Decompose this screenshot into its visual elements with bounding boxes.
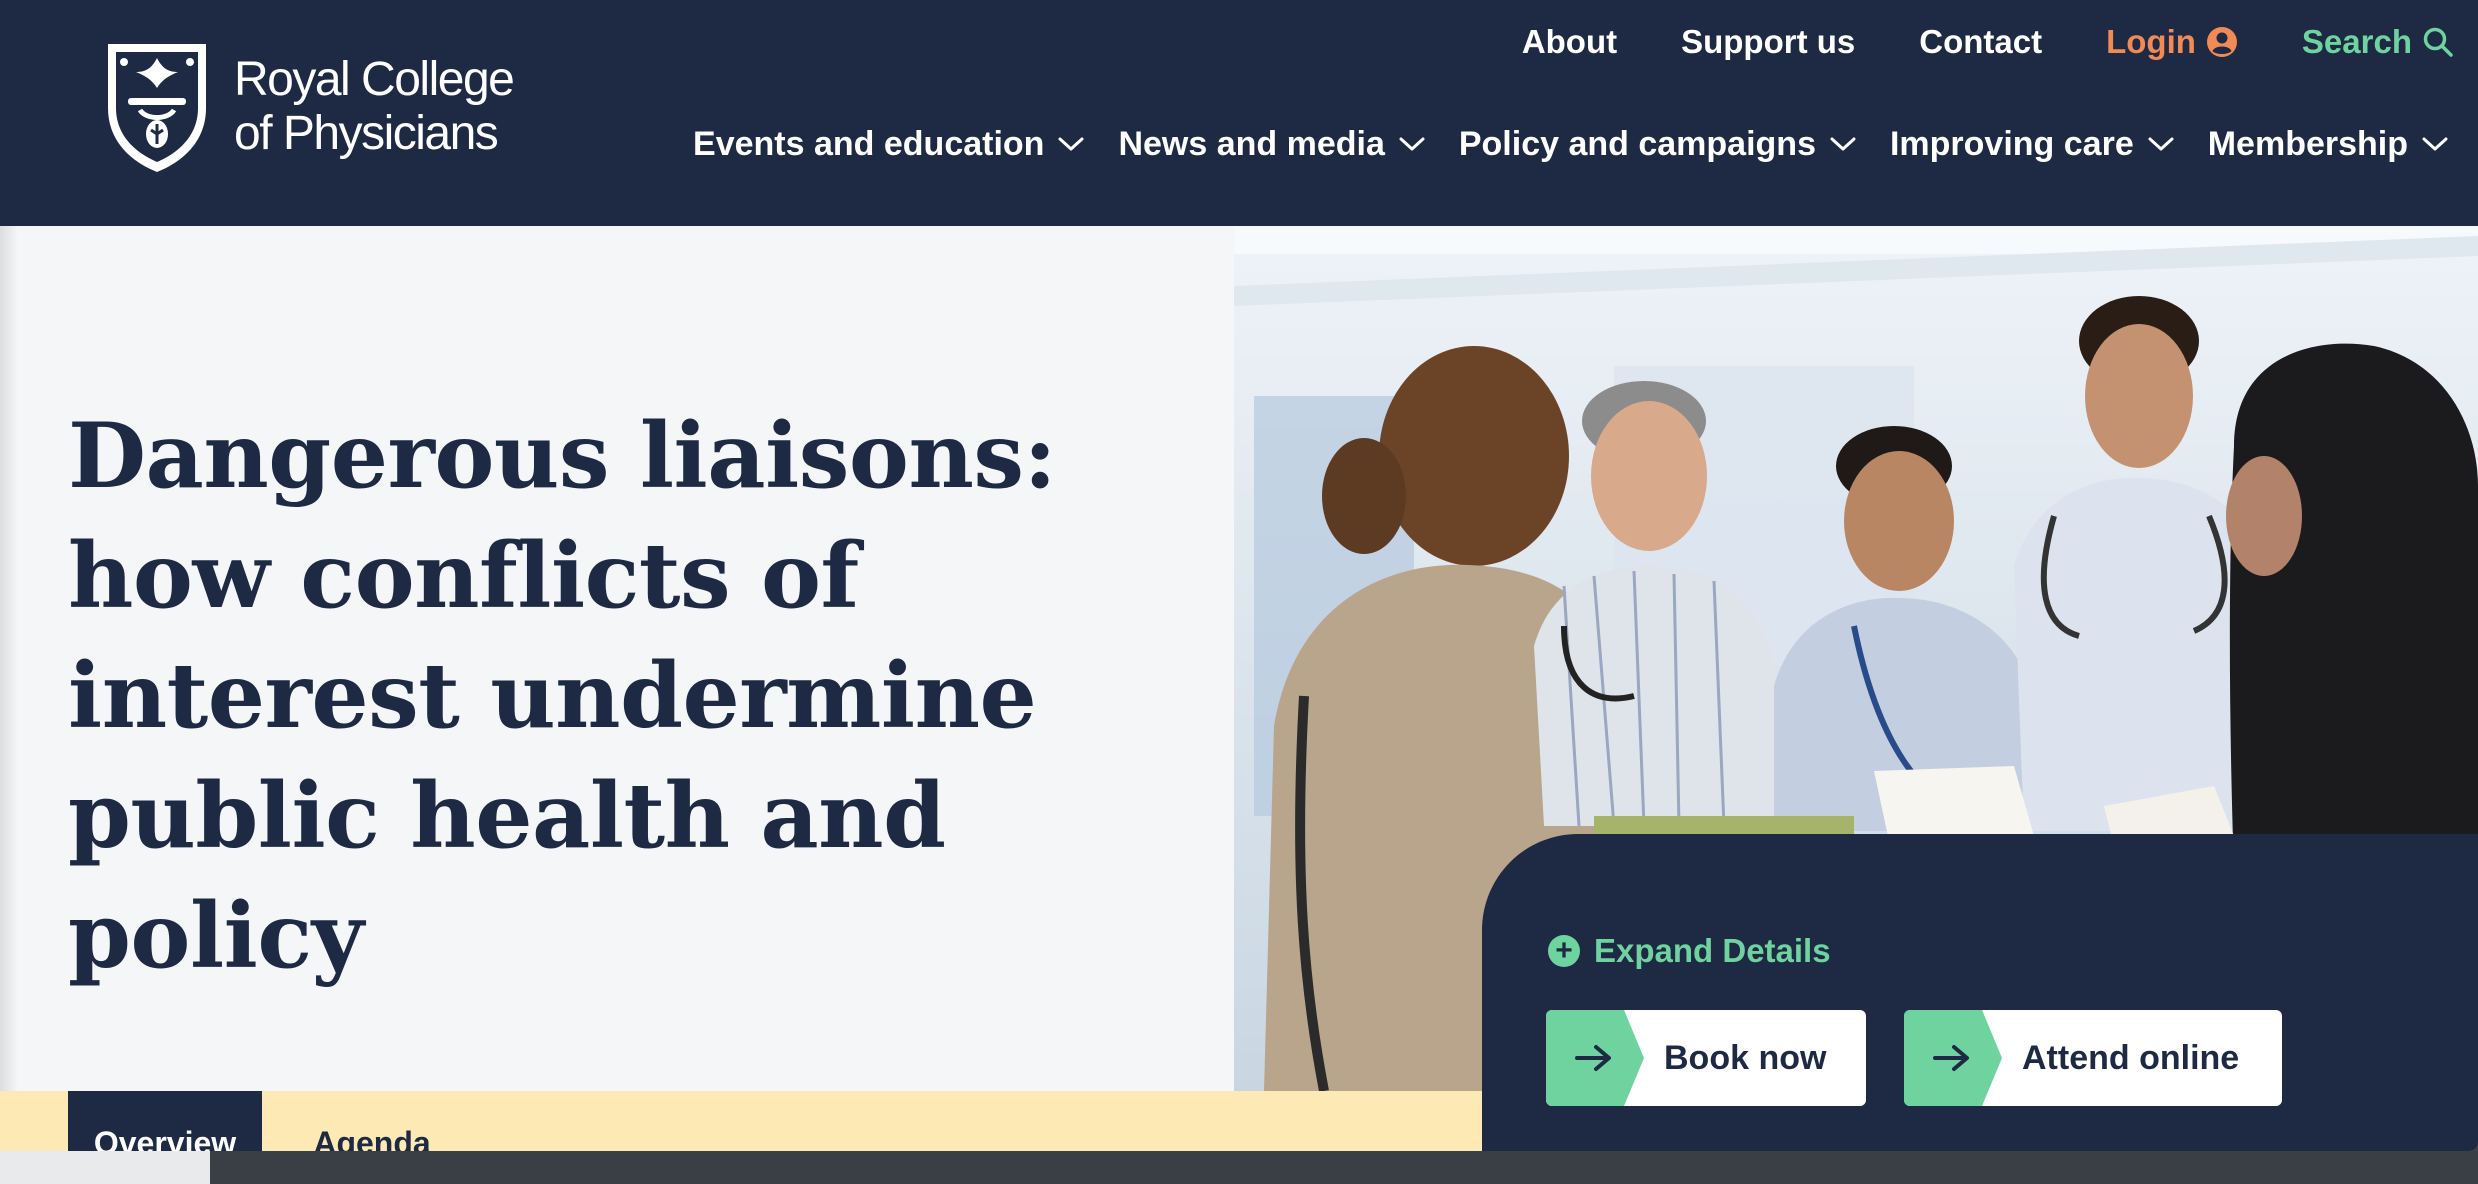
utility-nav: About Support us Contact Login Search: [1458, 18, 2454, 66]
expand-details-label: Expand Details: [1594, 932, 1831, 969]
event-tab-bar: Overview Agenda: [0, 1091, 1500, 1151]
page-below-fold: [0, 1151, 2478, 1184]
below-fold-content: [0, 1151, 210, 1184]
search-icon: [2423, 27, 2453, 57]
nav-label: Events and education: [693, 124, 1045, 163]
main-nav: Events and education News and media Poli…: [659, 118, 2448, 170]
tab-overview[interactable]: Overview: [68, 1091, 262, 1151]
search-link[interactable]: Search: [2302, 23, 2454, 61]
chevron-down-icon: [1058, 137, 1084, 151]
about-link[interactable]: About: [1522, 23, 1617, 61]
nav-label: News and media: [1118, 124, 1385, 163]
arrow-badge: [1904, 1010, 2014, 1106]
expand-details-toggle[interactable]: + Expand Details: [1548, 932, 1831, 970]
site-header: Royal College of Physicians About Suppor…: [0, 0, 2478, 226]
arrow-badge: [1546, 1010, 1656, 1106]
login-label: Login: [2106, 23, 2196, 60]
arrow-right-icon: [1575, 1045, 1611, 1071]
nav-membership[interactable]: Membership: [2208, 125, 2448, 164]
nav-events-and-education[interactable]: Events and education: [693, 125, 1084, 164]
crest-icon: [108, 44, 206, 172]
login-link[interactable]: Login: [2106, 23, 2238, 61]
chevron-down-icon: [2422, 137, 2448, 151]
user-circle-icon: [2206, 27, 2237, 57]
book-now-button[interactable]: Book now: [1546, 1010, 1866, 1106]
rcp-logo[interactable]: Royal College of Physicians: [100, 38, 515, 176]
nav-news-and-media[interactable]: News and media: [1118, 124, 1425, 164]
logo-line-2: of Physicians: [234, 107, 499, 160]
attend-online-label: Attend online: [2022, 1038, 2240, 1077]
event-actions-card: + Expand Details Book now Attend online: [1482, 834, 2478, 1151]
support-us-link[interactable]: Support us: [1681, 23, 1855, 61]
contact-link[interactable]: Contact: [1919, 23, 2042, 61]
book-now-label: Book now: [1664, 1038, 1827, 1077]
logo-line-1: Royal College: [234, 53, 515, 106]
search-label: Search: [2301, 23, 2412, 60]
nav-improving-care[interactable]: Improving care: [1890, 125, 2174, 164]
edge-shadow: [0, 226, 18, 1151]
page-title: Dangerous liaisons: how conflicts of int…: [68, 403, 1057, 989]
nav-label: Membership: [2207, 124, 2408, 163]
tab-agenda[interactable]: Agenda: [262, 1091, 482, 1151]
nav-label: Policy and campaigns: [1458, 124, 1816, 163]
nav-policy-and-campaigns[interactable]: Policy and campaigns: [1459, 125, 1856, 164]
chevron-down-icon: [1399, 137, 1425, 151]
arrow-right-icon: [1933, 1045, 1969, 1071]
logo-wordmark: Royal College of Physicians: [234, 53, 515, 161]
event-hero: Dangerous liaisons: how conflicts of int…: [0, 226, 2478, 1151]
chevron-down-icon: [2148, 137, 2174, 151]
nav-label: Improving care: [1889, 124, 2134, 163]
chevron-down-icon: [1830, 137, 1856, 151]
attend-online-button[interactable]: Attend online: [1904, 1010, 2282, 1106]
plus-circle-icon: +: [1548, 935, 1580, 967]
